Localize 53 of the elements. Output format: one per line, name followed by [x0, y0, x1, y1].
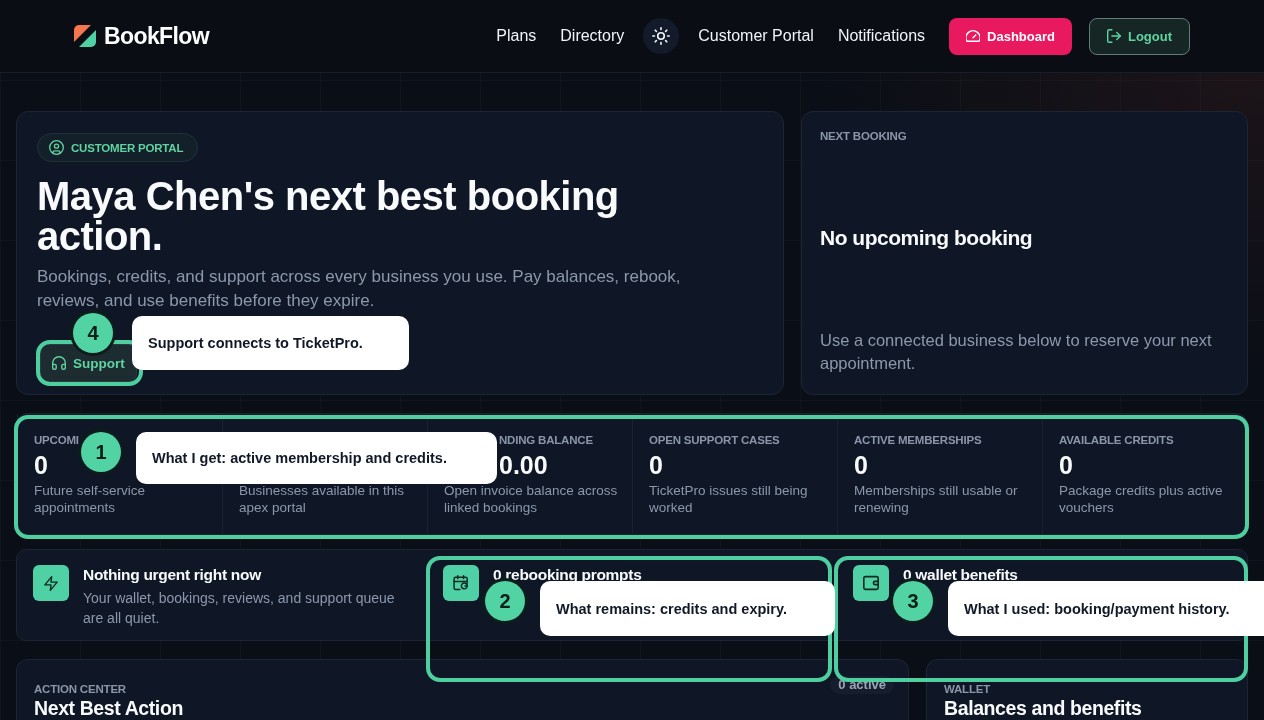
step-marker: 3 — [893, 581, 933, 621]
stat-description: Future self-service appointments — [34, 482, 147, 516]
section-label: NEXT BOOKING — [820, 129, 907, 143]
empty-state-text: Use a connected business below to reserve your next appointment. — [820, 330, 1213, 374]
brand-name[interactable]: BookFlow — [104, 22, 210, 50]
annotation-callout: Support connects to TicketPro. — [132, 316, 409, 370]
portal-badge: CUSTOMER PORTAL — [37, 133, 199, 162]
step-marker: 4 — [73, 313, 113, 353]
stat-value: 0 — [34, 450, 48, 481]
dashboard-button[interactable]: Dashboard — [949, 17, 1072, 55]
section-title: Next Best Action — [34, 698, 184, 718]
stat-description: Package credits plus active vouchers — [1059, 482, 1224, 516]
step-marker: 1 — [81, 432, 121, 472]
stat-description: Memberships still usable or renewing — [854, 482, 1019, 516]
stat-label: AVAILABLE CREDITS — [1059, 433, 1174, 448]
stat-description: Open invoice balance across linked bookings — [444, 482, 618, 516]
stat-label: NDING BALANCE — [499, 433, 593, 448]
nav-link[interactable]: Notifications — [837, 27, 926, 45]
hero-title: Maya Chen's next best booking action. — [37, 176, 620, 256]
stat-label: ACTIVE MEMBERSHIPS — [854, 433, 982, 448]
annotation-callout: What remains: credits and expiry. — [540, 581, 835, 636]
wallet-icon — [863, 575, 879, 591]
nav-link[interactable]: Plans — [496, 27, 537, 45]
alert-description: Your wallet, bookings, reviews, and support queue are all quiet. — [83, 589, 396, 628]
stat-label: OPEN SUPPORT CASES — [649, 433, 780, 448]
bolt-icon — [44, 575, 58, 591]
stat-value: 0.00 — [499, 450, 548, 481]
alert-title: Nothing urgent right now — [83, 565, 263, 585]
stat-label: UPCOMI — [34, 433, 79, 448]
stat-value: 0 — [649, 450, 663, 481]
step-marker: 2 — [485, 581, 525, 621]
nav-link[interactable]: Directory — [560, 27, 625, 45]
annotation-callout: What I used: booking/payment history. — [948, 581, 1264, 636]
user-circle-icon — [49, 140, 64, 155]
section-label: WALLET — [944, 682, 991, 696]
stat-description: Businesses available in this apex portal — [239, 482, 406, 516]
gauge-icon — [966, 30, 981, 42]
stat-description: TicketPro issues still being worked — [649, 482, 809, 516]
sun-icon — [652, 27, 671, 45]
section-label: ACTION CENTER — [34, 682, 126, 696]
stat-value: 0 — [1059, 450, 1073, 481]
empty-state-title: No upcoming booking — [820, 226, 1033, 250]
annotation-callout: What I get: active membership and credits. — [136, 432, 497, 484]
logout-icon — [1106, 29, 1121, 43]
logout-button[interactable]: Logout — [1088, 17, 1190, 55]
hero-description: Bookings, credits, and support across every business you use. Pay balances, rebook, reviews, and use benefits before they expire. — [37, 266, 682, 312]
section-title: Balances and benefits — [944, 698, 1143, 718]
stat-value: 0 — [854, 450, 868, 481]
headphones-icon — [52, 356, 66, 370]
theme-toggle-button[interactable] — [643, 18, 680, 54]
nav-link[interactable]: Customer Portal — [698, 27, 814, 45]
calendar-refresh-icon — [453, 575, 469, 591]
logo-icon — [74, 25, 96, 47]
